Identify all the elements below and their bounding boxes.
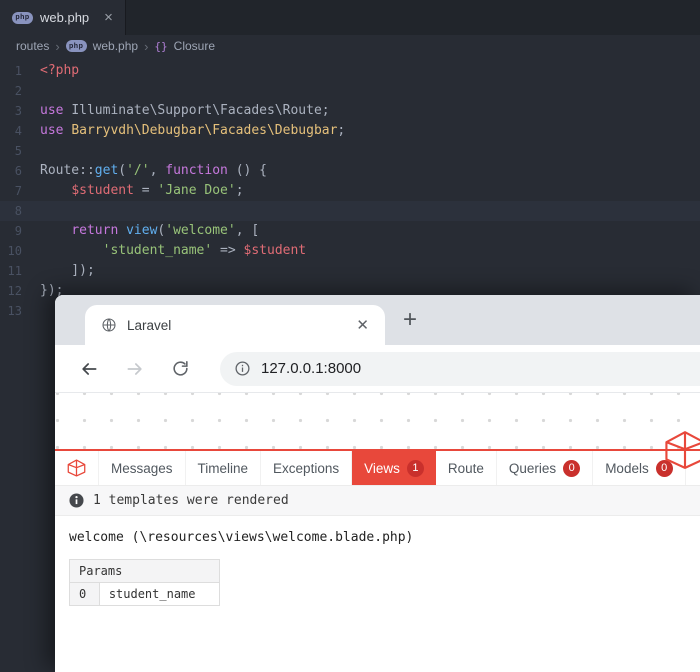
code-text: 'student_name' => $student [40, 241, 306, 261]
debugbar-tab-label: Models [605, 461, 649, 476]
line-number[interactable]: 11 [0, 261, 40, 281]
debugbar-tab-messages[interactable]: Messages [99, 451, 186, 485]
laravel-logo-icon[interactable] [662, 430, 700, 470]
editor-tab-webphp[interactable]: php web.php × [0, 0, 126, 35]
code-line[interactable]: 10 'student_name' => $student [0, 241, 700, 261]
info-icon[interactable] [234, 360, 251, 377]
line-number[interactable]: 9 [0, 221, 40, 241]
debugbar-tab-home[interactable] [55, 451, 99, 485]
debugbar-tab-queries[interactable]: Queries 0 [497, 451, 593, 485]
tab-close-icon[interactable]: × [104, 10, 113, 25]
new-tab-button[interactable]: + [403, 308, 417, 332]
code-line[interactable]: 4use Barryvdh\Debugbar\Facades\Debugbar; [0, 121, 700, 141]
debugbar-tab-label: Views [364, 461, 400, 476]
debugbar-tab-label: Exceptions [273, 461, 339, 476]
debugbar-tab-label: Messages [111, 461, 173, 476]
php-icon: php [12, 12, 33, 24]
browser-window: Laravel ✕ + [55, 295, 700, 672]
line-number[interactable]: 2 [0, 81, 40, 101]
code-line[interactable]: 7 $student = 'Jane Doe'; [0, 181, 700, 201]
code-text: return view('welcome', [ [40, 221, 259, 241]
rendered-template-path: welcome (\resources\views\welcome.blade.… [69, 530, 686, 545]
debugbar-tab-label: Timeline [198, 461, 249, 476]
line-number[interactable]: 3 [0, 101, 40, 121]
code-line[interactable]: 1<?php [0, 61, 700, 81]
line-number[interactable]: 7 [0, 181, 40, 201]
breadcrumb-item-closure[interactable]: Closure [174, 39, 215, 53]
address-bar[interactable]: 127.0.0.1:8000 [220, 352, 700, 386]
code-text: use Illuminate\Support\Facades\Route; [40, 101, 330, 121]
screen: php web.php × routes › php web.php › {} … [0, 0, 700, 672]
browser-tabstrip: Laravel ✕ + [55, 295, 700, 345]
debugbar-tab-views[interactable]: Views 1 [352, 451, 436, 485]
line-number[interactable]: 1 [0, 61, 40, 81]
code-line[interactable]: 11 ]); [0, 261, 700, 281]
laravel-debugbar: Messages Timeline Exceptions Views 1 Route Que… [55, 449, 700, 672]
code-line[interactable]: 2 [0, 81, 700, 101]
code-text: Route::get('/', function () { [40, 161, 267, 181]
line-number[interactable]: 4 [0, 121, 40, 141]
table-row: 0student_name [70, 583, 220, 606]
browser-toolbar: 127.0.0.1:8000 [55, 345, 700, 393]
breadcrumb-item-file[interactable]: web.php [93, 39, 138, 53]
debugbar-tab-timeline[interactable]: Timeline [186, 451, 262, 485]
code-text: <?php [40, 61, 79, 81]
line-number[interactable]: 12 [0, 281, 40, 301]
code-text: ]); [40, 261, 95, 281]
param-value: student_name [99, 583, 219, 606]
debugbar-tab-label: Queries [509, 461, 556, 476]
code-text: $student = 'Jane Doe'; [40, 181, 244, 201]
breadcrumb-item-routes[interactable]: routes [16, 39, 49, 53]
debugbar-tab-route[interactable]: Route [436, 451, 497, 485]
code-line[interactable]: 5 [0, 141, 700, 161]
count-badge: 1 [407, 460, 424, 477]
php-icon: php [66, 40, 87, 52]
code-area: 1<?php23use Illuminate\Support\Facades\R… [0, 57, 700, 321]
browser-tab-title: Laravel [127, 318, 171, 333]
info-circle-icon [69, 493, 84, 508]
debugbar-tab-exceptions[interactable]: Exceptions [261, 451, 352, 485]
laravel-icon [67, 459, 86, 477]
line-number[interactable]: 5 [0, 141, 40, 161]
debugbar-status-row: 1 templates were rendered [55, 486, 700, 516]
debugbar-body: welcome (\resources\views\welcome.blade.… [55, 516, 700, 620]
code-line[interactable]: 6Route::get('/', function () { [0, 161, 700, 181]
forward-button[interactable] [125, 359, 145, 379]
closure-symbol-icon: {} [154, 40, 167, 53]
editor-tabbar: php web.php × [0, 0, 700, 35]
param-key: 0 [70, 583, 100, 606]
params-table-header: Params [70, 560, 220, 583]
status-text: 1 templates were rendered [93, 493, 289, 508]
browser-tab-laravel[interactable]: Laravel ✕ [85, 305, 385, 345]
browser-tab-close-icon[interactable]: ✕ [356, 316, 369, 334]
debugbar-tab-label: Route [448, 461, 484, 476]
count-badge: 0 [563, 460, 580, 477]
line-number[interactable]: 8 [0, 201, 40, 221]
back-button[interactable] [79, 359, 99, 379]
editor-tab-label: web.php [40, 10, 89, 25]
breadcrumb: routes › php web.php › {} Closure [0, 35, 700, 57]
page-content: Messages Timeline Exceptions Views 1 Route Que… [55, 393, 700, 672]
reload-button[interactable] [171, 359, 190, 378]
debugbar-tabs: Messages Timeline Exceptions Views 1 Route Que… [55, 451, 700, 486]
code-line[interactable]: 9 return view('welcome', [ [0, 221, 700, 241]
code-line[interactable]: 8 [0, 201, 700, 221]
line-number[interactable]: 6 [0, 161, 40, 181]
globe-icon [101, 317, 117, 333]
code-line[interactable]: 3use Illuminate\Support\Facades\Route; [0, 101, 700, 121]
line-number[interactable]: 10 [0, 241, 40, 261]
chevron-right-icon: › [144, 39, 148, 54]
code-text: use Barryvdh\Debugbar\Facades\Debugbar; [40, 121, 345, 141]
page-background [55, 393, 700, 449]
chevron-right-icon: › [55, 39, 59, 54]
line-number[interactable]: 13 [0, 301, 40, 321]
params-table: Params 0student_name [69, 559, 220, 606]
url-text[interactable]: 127.0.0.1:8000 [261, 360, 361, 377]
